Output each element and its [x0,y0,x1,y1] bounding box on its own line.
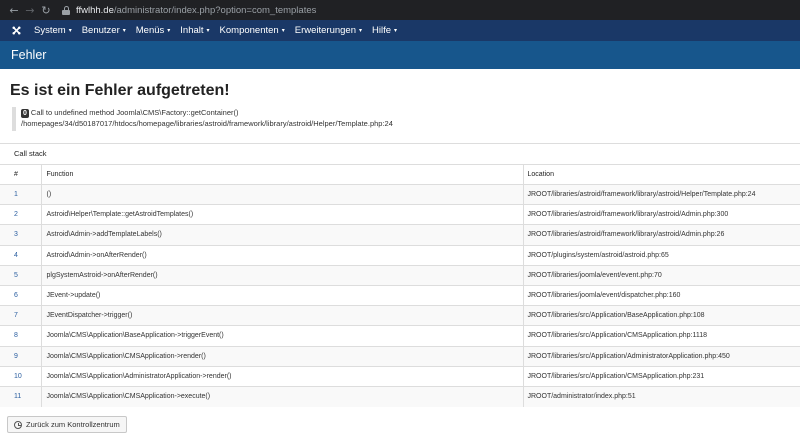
row-function: Joomla\CMS\Application\CMSApplication->e… [41,385,524,407]
row-number: 2 [0,204,42,225]
row-location: JROOT/plugins/system/astroid/astroid.php… [523,244,800,266]
row-number: 1 [0,183,42,205]
row-function: plgSystemAstroid->onAfterRender() [41,264,524,286]
row-location: JROOT/libraries/src/Application/CMSAppli… [523,325,800,346]
column-header-number: # [0,164,42,185]
row-function: Joomla\CMS\Application\CMSApplication->r… [41,345,524,367]
error-message-box: 0 Call to undefined method Joomla\CMS\Fac… [12,107,800,131]
table-row: 2 Astroid\Helper\Template::getAstroidTem… [0,204,800,225]
error-file: /homepages/34/d50187017/htdocs/homepage/… [21,119,393,128]
row-number: 8 [0,325,42,346]
url-path: /administrator/index.php?option=com_temp… [113,4,317,16]
chevron-down-icon: ▾ [122,28,126,34]
column-header-function: Function [41,164,524,185]
error-heading: Es ist ein Fehler aufgetreten! [10,82,230,99]
call-stack-caption: Call stack [14,149,47,158]
row-function: JEvent->update() [41,284,524,306]
chevron-down-icon: ▾ [206,28,210,34]
row-location: JROOT/libraries/joomla/event/event.php:7… [523,264,800,286]
menu-erweiterungen[interactable]: Erweiterungen ▾ [295,25,362,36]
url-host: ffwlhh.de [76,4,114,16]
table-row: 7 JEventDispatcher->trigger() JROOT/libr… [0,305,800,326]
arrow-right-icon[interactable]: → [22,4,38,17]
menu-inhalt[interactable]: Inhalt ▾ [180,25,209,36]
joomla-logo-icon[interactable] [10,25,22,37]
menu-benutzer[interactable]: Benutzer ▾ [82,25,126,36]
row-number: 3 [0,224,42,246]
back-to-dashboard-label: Zurück zum Kontrollzentrum [26,420,120,430]
row-function: Astroid\Admin->addTemplateLabels() [41,224,524,246]
call-stack-table: # Function Location 1 () JROOT/libraries… [0,164,800,407]
row-function: Joomla\CMS\Application\BaseApplication->… [41,325,524,346]
menu-menues[interactable]: Menüs ▾ [136,25,171,36]
page-subhead: Fehler [0,41,800,69]
row-location: JROOT/libraries/astroid/framework/librar… [523,224,800,246]
chevron-down-icon: ▾ [359,28,363,34]
row-function: Astroid\Helper\Template::getAstroidTempl… [41,204,524,225]
row-function: () [41,183,524,205]
row-function: Astroid\Admin->onAfterRender() [41,244,524,266]
row-number: 9 [0,345,42,367]
admin-menu-bar: System ▾ Benutzer ▾ Menüs ▾ Inhalt ▾ Kompone… [0,20,800,41]
chevron-down-icon: ▾ [281,28,285,34]
row-location: JROOT/libraries/src/Application/CMSAppli… [523,365,800,387]
chevron-down-icon: ▾ [394,28,398,34]
menu-komponenten[interactable]: Komponenten ▾ [220,25,285,36]
menu-system[interactable]: System ▾ [34,25,72,36]
address-bar[interactable]: ffwlhh.de/administrator/index.php?option… [62,2,316,18]
error-code-badge: 0 [21,109,29,118]
browser-toolbar: ← → ↻ ffwlhh.de/administrator/index.php?… [0,0,800,20]
table-row: 8 Joomla\CMS\Application\BaseApplication… [0,325,800,346]
row-number: 5 [0,264,42,286]
row-location: JROOT/administrator/index.php:51 [523,385,800,407]
arrow-left-icon[interactable]: ← [6,4,22,17]
chevron-down-icon: ▾ [68,28,72,34]
table-row: 3 Astroid\Admin->addTemplateLabels() JRO… [0,224,800,246]
back-to-dashboard-button[interactable]: Zurück zum Kontrollzentrum [7,416,127,434]
table-header-row: # Function Location [0,164,800,185]
row-function: JEventDispatcher->trigger() [41,305,524,326]
row-number: 6 [0,284,42,306]
chevron-down-icon: ▾ [167,28,171,34]
row-location: JROOT/libraries/astroid/framework/librar… [523,183,800,205]
menu-hilfe[interactable]: Hilfe ▾ [372,25,397,36]
page-subhead-title: Fehler [11,48,47,62]
call-stack: Call stack # Function Location 1 () JROO… [0,143,800,407]
dashboard-icon [14,420,22,429]
column-header-location: Location [523,164,800,185]
row-number: 4 [0,244,42,266]
table-row: 1 () JROOT/libraries/astroid/framework/l… [0,183,800,205]
row-location: JROOT/libraries/src/Application/BaseAppl… [523,305,800,326]
row-number: 11 [0,385,42,407]
table-row: 9 Joomla\CMS\Application\CMSApplication-… [0,345,800,367]
reload-icon[interactable]: ↻ [38,4,54,17]
row-function: Joomla\CMS\Application\AdministratorAppl… [41,365,524,387]
table-row: 6 JEvent->update() JROOT/libraries/jooml… [0,284,800,306]
lock-icon [62,5,70,15]
row-number: 7 [0,305,42,326]
row-location: JROOT/libraries/astroid/framework/librar… [523,204,800,225]
table-row: 11 Joomla\CMS\Application\CMSApplication… [0,385,800,407]
table-row: 5 plgSystemAstroid->onAfterRender() JROO… [0,264,800,286]
row-number: 10 [0,365,42,387]
row-location: JROOT/libraries/src/Application/Administ… [523,345,800,367]
row-location: JROOT/libraries/joomla/event/dispatcher.… [523,284,800,306]
error-message: Call to undefined method Joomla\CMS\Fact… [30,108,239,117]
table-row: 4 Astroid\Admin->onAfterRender() JROOT/p… [0,244,800,266]
table-row: 10 Joomla\CMS\Application\AdministratorA… [0,365,800,387]
